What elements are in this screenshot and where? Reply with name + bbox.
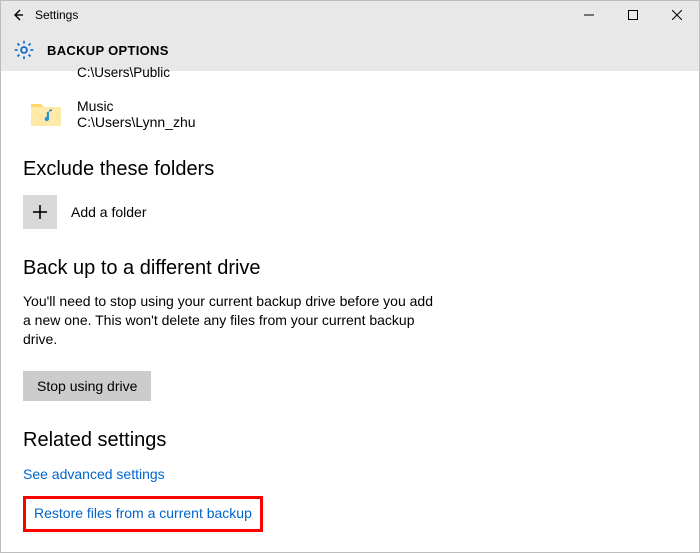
add-folder-button[interactable]: Add a folder <box>23 195 677 229</box>
header-label: BACKUP OPTIONS <box>47 43 169 58</box>
back-button[interactable] <box>1 1 35 29</box>
restore-files-link[interactable]: Restore files from a current backup <box>34 505 252 521</box>
minimize-icon <box>584 10 594 20</box>
settings-gear-icon <box>13 39 35 61</box>
backup-drive-description: You'll need to stop using your current b… <box>23 292 443 349</box>
partial-folder-path: C:\Users\Public <box>77 65 677 80</box>
content-area: C:\Users\Public Music C:\Users\Lynn_zhu … <box>1 65 699 542</box>
section-related-title: Related settings <box>23 429 677 452</box>
folder-name: Music <box>77 98 196 114</box>
close-button[interactable] <box>655 1 699 29</box>
music-folder-icon <box>29 99 63 129</box>
folder-path: C:\Users\Lynn_zhu <box>77 114 196 130</box>
folder-item-music[interactable]: Music C:\Users\Lynn_zhu <box>29 98 677 130</box>
section-backup-drive-title: Back up to a different drive <box>23 257 677 280</box>
stop-using-drive-button[interactable]: Stop using drive <box>23 371 151 401</box>
back-arrow-icon <box>11 8 25 22</box>
add-folder-label: Add a folder <box>71 204 147 220</box>
minimize-button[interactable] <box>567 1 611 29</box>
section-exclude-title: Exclude these folders <box>23 158 677 181</box>
see-advanced-settings-link[interactable]: See advanced settings <box>23 466 165 482</box>
window-title: Settings <box>35 8 78 22</box>
maximize-button[interactable] <box>611 1 655 29</box>
plus-icon <box>31 203 49 221</box>
close-icon <box>672 10 682 20</box>
maximize-icon <box>628 10 638 20</box>
titlebar: Settings <box>1 1 699 29</box>
restore-link-highlight: Restore files from a current backup <box>23 496 263 532</box>
plus-icon-button[interactable] <box>23 195 57 229</box>
